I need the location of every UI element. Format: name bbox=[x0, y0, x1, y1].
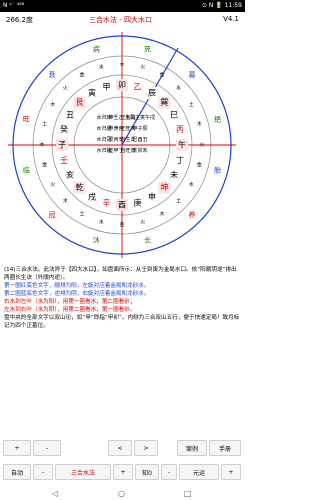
element-label: 木 bbox=[159, 210, 164, 217]
status-right: ⊙ N 🔋 11:59 bbox=[202, 2, 242, 9]
yuanyun-plus-button[interactable]: + bbox=[221, 464, 241, 480]
recent-nav-icon[interactable]: □ bbox=[184, 489, 192, 498]
element-label: 木 bbox=[197, 120, 202, 127]
plus-button[interactable]: + bbox=[3, 440, 31, 456]
element-label: 土 bbox=[189, 101, 194, 108]
outer-cycle-label: 长 bbox=[144, 236, 151, 245]
mode-plus-button[interactable]: + bbox=[113, 464, 133, 480]
mountain-label: 丁 bbox=[176, 156, 184, 165]
center-text-cell: 水归冠 bbox=[96, 136, 111, 143]
outer-cycle-label: 墓 bbox=[189, 70, 196, 79]
element-label: 木 bbox=[119, 61, 124, 68]
mountain-label: 丙 bbox=[176, 125, 184, 134]
case-button[interactable]: 案例 bbox=[177, 440, 207, 456]
element-label: 水 bbox=[99, 218, 104, 225]
minus-button[interactable]: - bbox=[33, 440, 61, 456]
element-label: 金 bbox=[119, 221, 124, 228]
element-label: 水 bbox=[176, 84, 181, 91]
element-label: 水 bbox=[39, 141, 44, 148]
desc-line-6: 盘中央的全部文字以双山论，如“甲”即指“甲卯”。内侧为三合双山五行，便于快速定局… bbox=[4, 315, 240, 329]
outer-cycle-label: 死 bbox=[144, 45, 151, 53]
element-label: 火 bbox=[50, 182, 55, 188]
description-panel: (14)三合水法。此法异于【四大水口】，如盘面所示：从壬到寅为金局水口。依“阳顺… bbox=[4, 266, 242, 330]
element-label: 金 bbox=[197, 162, 202, 169]
degree-readout: 266.2度 bbox=[6, 16, 34, 24]
element-label: 土 bbox=[176, 198, 181, 205]
mountain-label: 乾 bbox=[76, 182, 84, 192]
element-label: 水 bbox=[99, 64, 104, 71]
outer-cycle-label: 胎 bbox=[214, 166, 221, 175]
mountain-label: 巳 bbox=[170, 111, 178, 120]
yuanyun-button[interactable]: 元运 bbox=[179, 464, 219, 480]
outer-cycle-label: 养 bbox=[189, 210, 196, 219]
desc-line-1: (14)三合水法。此法异于【四大水口】，如盘面所示：从壬到寅为金局水口。依“阳顺… bbox=[4, 267, 237, 281]
mountain-label: 未 bbox=[170, 170, 178, 180]
mountain-label: 申 bbox=[148, 192, 156, 202]
mountain-label: 酉 bbox=[118, 201, 126, 210]
center-text-cell: 水归临 bbox=[96, 147, 111, 154]
element-label: 水 bbox=[189, 181, 194, 188]
outer-cycle-label: 绝 bbox=[214, 114, 221, 123]
element-label: 土 bbox=[79, 210, 84, 217]
next-button[interactable]: > bbox=[134, 440, 158, 456]
mountain-label: 艮 bbox=[76, 98, 84, 107]
prev-button[interactable]: < bbox=[108, 440, 132, 456]
mountain-label: 辛 bbox=[103, 198, 111, 208]
mountain-label: 辰 bbox=[148, 89, 156, 98]
element-label: 火 bbox=[140, 219, 145, 225]
desc-line-3: 第二圈蓝底色文字，逆排为阴，右旋对应着金局和龙砂水。 bbox=[4, 291, 150, 297]
status-left: N ᵒ˙ ⁴⁶⁸ bbox=[3, 2, 24, 9]
outer-cycle-label: 衰 bbox=[49, 70, 56, 79]
desc-line-4: 右水到左叶（水为阳），用第一圈看水，第二圈看砂； bbox=[4, 299, 136, 305]
center-table: 木局主寅午戌申子辰巳酉丑亥卯未正生向正旺向自生向自旺向坤壬乙甲庚丙艮丙辛乾甲丁水… bbox=[96, 114, 155, 154]
status-bar: N ᵒ˙ ⁴⁶⁸ ⊙ N 🔋 11:59 bbox=[0, 0, 245, 12]
element-label: 金 bbox=[79, 72, 84, 79]
outer-cycle-label: 沐 bbox=[93, 236, 100, 245]
element-label: 木 bbox=[63, 198, 68, 205]
desc-line-2: 第一圈红底色文字，顺排为阳，左旋对应着金局和龙砂水。 bbox=[4, 283, 150, 289]
mountain-label: 戌 bbox=[88, 192, 96, 202]
mountain-label: 亥 bbox=[66, 170, 74, 180]
element-label: 土 bbox=[42, 120, 47, 127]
outer-cycle-label: 临 bbox=[23, 166, 30, 175]
mode-select[interactable]: 三合水法 bbox=[55, 464, 111, 480]
mountain-label: 卯 bbox=[118, 81, 126, 90]
system-nav-bar: ◁ ○ □ bbox=[0, 488, 245, 500]
element-label: 金 bbox=[159, 72, 164, 79]
outer-cycle-label: 旺 bbox=[23, 115, 30, 123]
manual-button[interactable]: 手册 bbox=[209, 440, 241, 456]
mountain-label: 坤 bbox=[160, 182, 168, 192]
outer-cycle-label: 病 bbox=[93, 44, 100, 53]
mountain-label: 庚 bbox=[134, 198, 142, 208]
app-header: 266.2度 三合水法 - 四大水口 V4.1 bbox=[0, 12, 245, 26]
mountain-label: 壬 bbox=[60, 155, 68, 165]
mountain-label: 甲 bbox=[103, 83, 111, 92]
mountain-label: 癸 bbox=[60, 124, 68, 134]
auto-button[interactable]: 自动 bbox=[3, 464, 31, 480]
mountain-label: 寅 bbox=[88, 88, 96, 98]
fade-minus-button[interactable]: - bbox=[161, 464, 177, 480]
center-text-cell: 水归墓 bbox=[96, 125, 111, 132]
mountain-label: 丑 bbox=[66, 111, 74, 120]
center-text-cell: 水归库 bbox=[96, 114, 111, 121]
zhi-button[interactable]: 知0 bbox=[135, 464, 159, 480]
mountain-label: 乙 bbox=[134, 83, 142, 92]
back-nav-icon[interactable]: ◁ bbox=[52, 489, 58, 498]
mountain-label: 巽 bbox=[160, 98, 168, 107]
element-label: 木 bbox=[50, 101, 55, 108]
element-label: 火 bbox=[63, 85, 68, 91]
element-label: 火 bbox=[140, 65, 145, 71]
mode-minus-button[interactable]: - bbox=[33, 464, 53, 480]
home-nav-icon[interactable]: ○ bbox=[118, 489, 125, 498]
element-label: 火 bbox=[199, 142, 204, 148]
outer-cycle-label: 冠 bbox=[49, 211, 56, 219]
mountain-label: 午 bbox=[178, 140, 186, 150]
desc-line-5: 左水到右叶（水为阴），用第二圈看水，第一圈看砂。 bbox=[4, 307, 136, 313]
element-label: 金 bbox=[42, 162, 47, 169]
luopan-compass[interactable]: 死墓绝胎养长沐冠临旺衰病 卯木乙火辰金巽水巳土丙木午 火丁金未水坤土申木庚火酉金辛… bbox=[0, 28, 245, 262]
mountain-label: 子 bbox=[58, 141, 66, 150]
page-title[interactable]: 三合水法 - 四大水口 bbox=[89, 15, 152, 25]
version-label: V4.1 bbox=[223, 15, 239, 23]
